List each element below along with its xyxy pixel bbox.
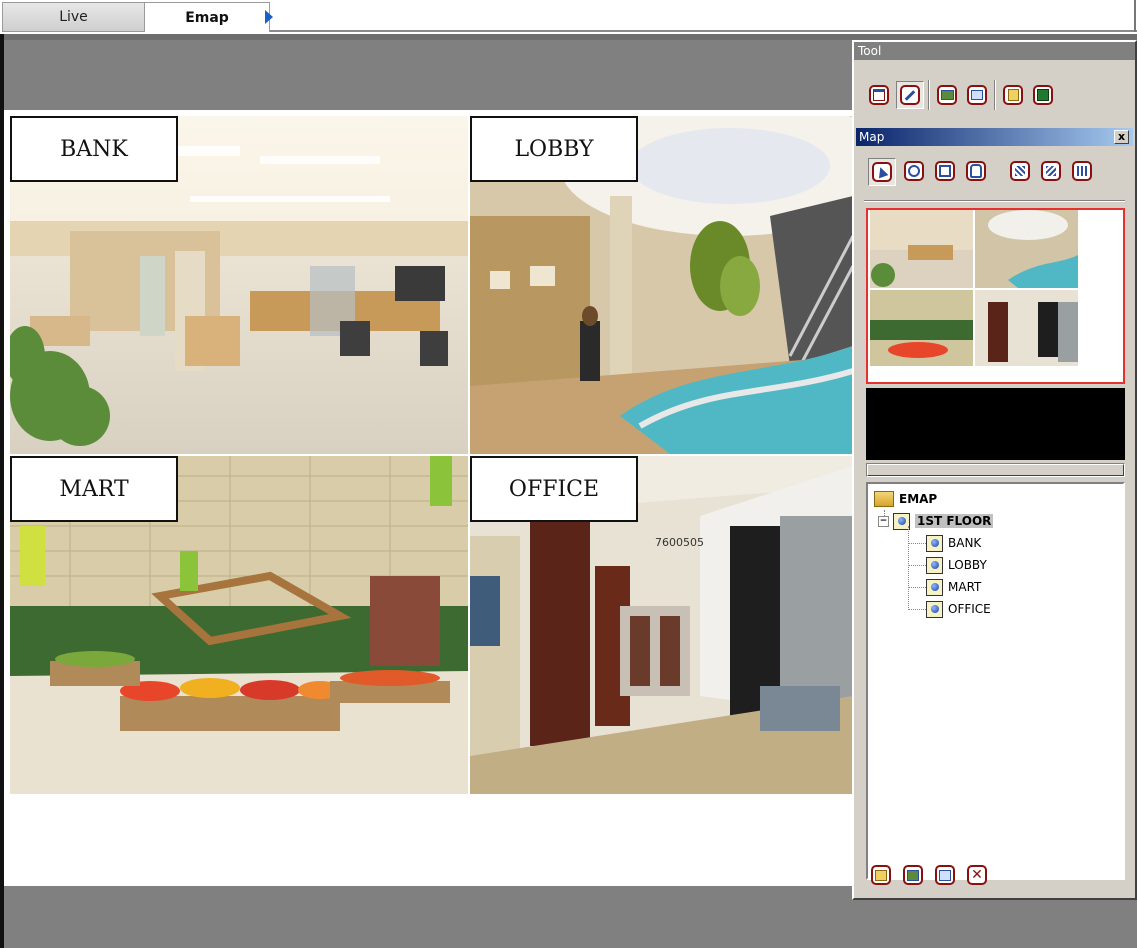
svg-text:7600505: 7600505 bbox=[655, 536, 704, 549]
toolbar-separator bbox=[928, 80, 930, 110]
tab-emap[interactable]: Emap bbox=[144, 2, 270, 32]
scene-office[interactable]: 7600505 OFFICE bbox=[470, 456, 853, 794]
tab-strip: Live Emap bbox=[0, 0, 1137, 34]
save-icon[interactable] bbox=[1030, 82, 1056, 108]
tree-root[interactable]: EMAP bbox=[874, 488, 937, 510]
map-tree: EMAP − 1ST FLOOR BANK LOBBY MART OFFICE bbox=[866, 482, 1125, 880]
add-map-icon[interactable] bbox=[868, 862, 894, 888]
edit-icon[interactable] bbox=[896, 81, 924, 109]
pan-hand-icon[interactable] bbox=[963, 158, 989, 184]
scrollbar-thumb[interactable] bbox=[867, 464, 1124, 476]
tree-item-lobby[interactable]: LOBBY bbox=[908, 554, 987, 576]
scene-bank-label: BANK bbox=[10, 116, 178, 182]
map-thumbnail[interactable] bbox=[866, 208, 1125, 384]
tree-branch bbox=[908, 564, 926, 566]
map-panel-titlebar: Map x bbox=[856, 128, 1133, 146]
edit-map-icon[interactable] bbox=[964, 82, 990, 108]
export-icon[interactable] bbox=[1000, 82, 1026, 108]
collapse-icon[interactable]: − bbox=[878, 515, 889, 527]
window-icon[interactable] bbox=[866, 82, 892, 108]
thumbnail-preview bbox=[870, 210, 1078, 366]
tree-item-label: LOBBY bbox=[948, 558, 987, 572]
tool-toolbar bbox=[866, 80, 1056, 110]
tree-root-label: EMAP bbox=[899, 492, 938, 506]
tree-floor[interactable]: − 1ST FLOOR bbox=[878, 510, 994, 532]
folder-icon bbox=[874, 491, 894, 507]
tree-action-buttons: ✕ bbox=[868, 862, 990, 888]
add-item-icon[interactable] bbox=[900, 862, 926, 888]
edit-item-icon[interactable] bbox=[932, 862, 958, 888]
scene-lobby-label: LOBBY bbox=[470, 116, 638, 182]
zoom-icon[interactable] bbox=[901, 158, 927, 184]
tree-floor-label: 1ST FLOOR bbox=[915, 514, 994, 528]
tab-live[interactable]: Live bbox=[2, 2, 145, 32]
map-panel-title: Map bbox=[859, 130, 885, 144]
image-icon[interactable] bbox=[934, 82, 960, 108]
map-top-margin bbox=[4, 40, 854, 110]
scene-mart-label: MART bbox=[10, 456, 178, 522]
tree-item-label: MART bbox=[948, 580, 982, 594]
scene-lobby[interactable]: LOBBY bbox=[470, 116, 853, 454]
map-toolbar bbox=[868, 158, 1095, 186]
tree-item-mart[interactable]: MART bbox=[908, 576, 981, 598]
scene-mart[interactable]: MART bbox=[10, 456, 468, 794]
tab-strip-edge bbox=[1134, 0, 1136, 32]
tree-item-office[interactable]: OFFICE bbox=[908, 598, 991, 620]
tree-item-bank[interactable]: BANK bbox=[908, 532, 981, 554]
close-icon[interactable]: x bbox=[1114, 130, 1129, 144]
tab-divider bbox=[270, 30, 1137, 32]
tree-branch bbox=[908, 586, 926, 588]
map-node-icon bbox=[926, 534, 943, 552]
tree-item-label: OFFICE bbox=[948, 602, 991, 616]
tree-branch bbox=[908, 542, 926, 544]
scene-bank[interactable]: BANK bbox=[10, 116, 468, 454]
map-node-icon bbox=[926, 578, 943, 596]
tool-panel-title: Tool bbox=[854, 42, 1135, 60]
map-node-icon bbox=[926, 600, 943, 618]
map-toolbar-divider bbox=[864, 200, 1125, 202]
pattern-b-icon[interactable] bbox=[1038, 158, 1064, 184]
map-horizontal-scrollbar[interactable] bbox=[866, 463, 1125, 477]
tab-arrow-icon bbox=[265, 10, 273, 24]
pattern-c-icon[interactable] bbox=[1069, 158, 1095, 184]
map-node-icon bbox=[926, 556, 943, 574]
toolbar-separator bbox=[994, 80, 996, 110]
zoom-region-icon[interactable] bbox=[932, 158, 958, 184]
map-preview-area bbox=[866, 388, 1125, 460]
tab-live-label: Live bbox=[59, 9, 88, 25]
tool-panel: Tool Map x EMAP − 1ST FLOOR BANK LOBBY M… bbox=[852, 40, 1137, 900]
tree-item-label: BANK bbox=[948, 536, 982, 550]
tab-emap-label: Emap bbox=[185, 9, 229, 26]
tree-branch bbox=[908, 608, 926, 610]
scene-office-label: OFFICE bbox=[470, 456, 638, 522]
delete-icon[interactable]: ✕ bbox=[964, 862, 990, 888]
pointer-icon[interactable] bbox=[868, 158, 896, 186]
pattern-a-icon[interactable] bbox=[1007, 158, 1033, 184]
